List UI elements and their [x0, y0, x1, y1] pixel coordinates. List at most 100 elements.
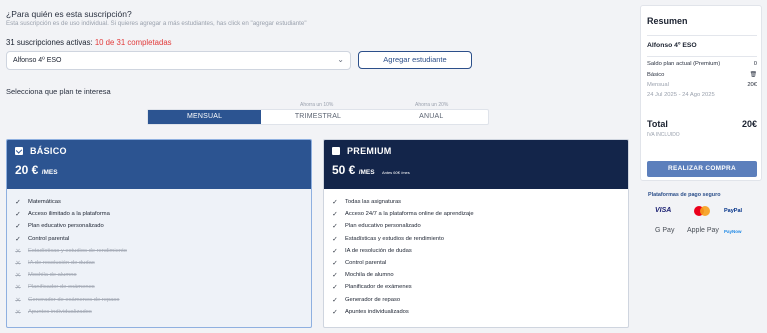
dates-row: 24 Jul 2025 - 24 Ago 2025 [647, 92, 757, 98]
balance-label: Saldo plan actual (Premium) [647, 61, 721, 67]
checkmark-icon: ✓ [332, 272, 338, 280]
trimestral-savings-note: Ahorra un 10% [300, 102, 334, 108]
student-select[interactable]: Alfonso 4º ESO ⌄ [6, 51, 351, 70]
billing-period-toggle: MENSUAL TRIMESTRAL ANUAL [147, 109, 489, 125]
paypal-logo: PayPal [724, 208, 743, 214]
cross-icon: ✕ [15, 296, 21, 304]
price-amount: 20 € [15, 163, 39, 177]
feature-item-excluded: ✕ Estadísticas y estudios de rendimiento [15, 245, 303, 257]
feature-list: ✓ Matemáticas ✓ Acceso ilimitado a la plat… [7, 189, 311, 318]
apple-pay-logo: Apple Pay [687, 227, 719, 234]
feature-label: Control parental [345, 260, 387, 267]
feature-item: ✓ Acceso ilimitado a la plataforma [15, 208, 303, 220]
total-label: Total [647, 119, 668, 129]
feature-item-excluded: ✕ Generador de exámenes de repaso [15, 294, 303, 306]
feature-item: ✓ Generador de repaso [332, 294, 620, 306]
checkmark-icon: ✓ [15, 211, 21, 219]
period-label: Mensual [647, 82, 669, 88]
checkmark-icon: ✓ [332, 223, 338, 231]
summary-panel: Resumen Alfonso 4º ESO Saldo plan actual… [640, 5, 762, 181]
paynow-logo: PayNow [724, 229, 742, 234]
feature-label: Acceso 24/7 a la plataforma online de ap… [345, 211, 474, 218]
checkmark-icon: ✓ [332, 211, 338, 219]
price-period: /MES [41, 169, 58, 176]
feature-item: ✓ Matemáticas [15, 196, 303, 208]
checkmark-icon: ✓ [332, 260, 338, 268]
price-before: Antes 60€ /mes [381, 170, 410, 175]
tab-anual[interactable]: ANUAL [375, 110, 488, 124]
feature-item: ✓ IA de resolución de dudas [332, 245, 620, 257]
feature-label: Mochila de alumno [345, 272, 394, 279]
checkmark-icon: ✓ [15, 235, 21, 243]
feature-item: ✓ Control parental [15, 233, 303, 245]
feature-item: ✓ Apuntes individualizados [332, 306, 620, 318]
checkmark-icon: ✓ [332, 199, 338, 207]
feature-label: Mochila de alumno [28, 272, 77, 279]
tax-note: IVA INCLUIDO [647, 132, 680, 138]
checkmark-icon: ✓ [15, 223, 21, 231]
student-select-value: Alfonso 4º ESO [13, 57, 62, 64]
feature-label: Plan educativo personalizado [28, 223, 104, 230]
feature-item-excluded: ✕ Apuntes individualizados [15, 306, 303, 318]
plan-card-premium[interactable]: PREMIUM 50 € /MES Antes 60€ /mes ✓ Todas … [323, 139, 629, 328]
checkmark-icon: ✓ [332, 284, 338, 292]
plan-card-header: PREMIUM 50 € /MES Antes 60€ /mes [324, 140, 628, 189]
plan-price: 50 € /MES Antes 60€ /mes [332, 163, 620, 177]
plan-row: Básico 🗑 [647, 72, 757, 78]
checkmark-icon: ✓ [332, 308, 338, 316]
cross-icon: ✕ [15, 272, 21, 280]
visa-logo: VISA [655, 207, 672, 214]
google-pay-logo: G Pay [655, 227, 675, 234]
tab-mensual[interactable]: MENSUAL [148, 110, 262, 124]
total-value: 20€ [741, 119, 757, 129]
anual-savings-note: Ahorra un 20% [415, 102, 449, 108]
chevron-down-icon: ⌄ [337, 55, 344, 64]
feature-item-excluded: ✕ IA de resolución de dudas [15, 257, 303, 269]
feature-label: Estadísticas y estudios de rendimiento [28, 247, 127, 254]
price-amount: 50 € [332, 163, 356, 177]
feature-item: ✓ Mochila de alumno [332, 269, 620, 281]
feature-label: Apuntes individualizados [28, 308, 92, 315]
feature-item: ✓ Plan educativo personalizado [15, 220, 303, 232]
feature-label: Generador de exámenes de repaso [28, 296, 120, 303]
feature-label: Generador de repaso [345, 296, 401, 303]
feature-label: Control parental [28, 235, 70, 242]
feature-item: ✓ Plan educativo personalizado [332, 220, 620, 232]
plan-name: BÁSICO [30, 146, 67, 156]
plan-card-basic[interactable]: BÁSICO 20 € /MES ✓ Matemáticas ✓ Acceso il… [6, 139, 312, 328]
cross-icon: ✕ [15, 247, 21, 255]
summary-sidebar: Resumen Alfonso 4º ESO Saldo plan actual… [640, 0, 767, 333]
trash-icon[interactable]: 🗑 [750, 72, 757, 78]
total-row: Total 20€ [647, 119, 757, 129]
feature-item: ✓ Todas las asignaturas [332, 196, 620, 208]
feature-label: Matemáticas [28, 199, 61, 206]
add-student-button[interactable]: Agregar estudiante [358, 51, 472, 69]
cross-icon: ✕ [15, 284, 21, 292]
summary-student: Alfonso 4º ESO [647, 42, 697, 49]
cross-icon: ✕ [15, 260, 21, 268]
cross-icon: ✕ [15, 308, 21, 316]
buy-button[interactable]: REALIZAR COMPRA [647, 161, 757, 177]
feature-label: Planificador de exámenes [28, 284, 95, 291]
feature-label: IA de resolución de dudas [345, 247, 412, 254]
checkbox-empty-icon[interactable] [332, 147, 340, 155]
payment-title: Plataformas de pago seguro [648, 192, 721, 198]
divider [647, 56, 757, 57]
balance-row: Saldo plan actual (Premium) 0 [647, 61, 757, 67]
plan-question: Selecciona que plan te interesa [6, 87, 111, 96]
feature-label: Plan educativo personalizado [345, 223, 421, 230]
plan-price: 20 € /MES [15, 163, 303, 177]
period-value: 20€ [747, 82, 757, 88]
checkmark-icon: ✓ [332, 235, 338, 243]
checkbox-checked-icon[interactable] [15, 147, 23, 155]
summary-title: Resumen [647, 16, 688, 26]
tab-trimestral[interactable]: TRIMESTRAL [261, 110, 374, 124]
feature-label: Todas las asignaturas [345, 199, 402, 206]
checkmark-icon: ✓ [332, 296, 338, 304]
feature-label: Apuntes individualizados [345, 308, 409, 315]
feature-item: ✓ Acceso 24/7 a la plataforma online de a… [332, 208, 620, 220]
feature-label: Planificador de exámenes [345, 284, 412, 291]
period-row: Mensual 20€ [647, 82, 757, 88]
subscriptions-prefix: 31 suscripciones activas: [6, 38, 93, 47]
balance-value: 0 [753, 61, 757, 67]
